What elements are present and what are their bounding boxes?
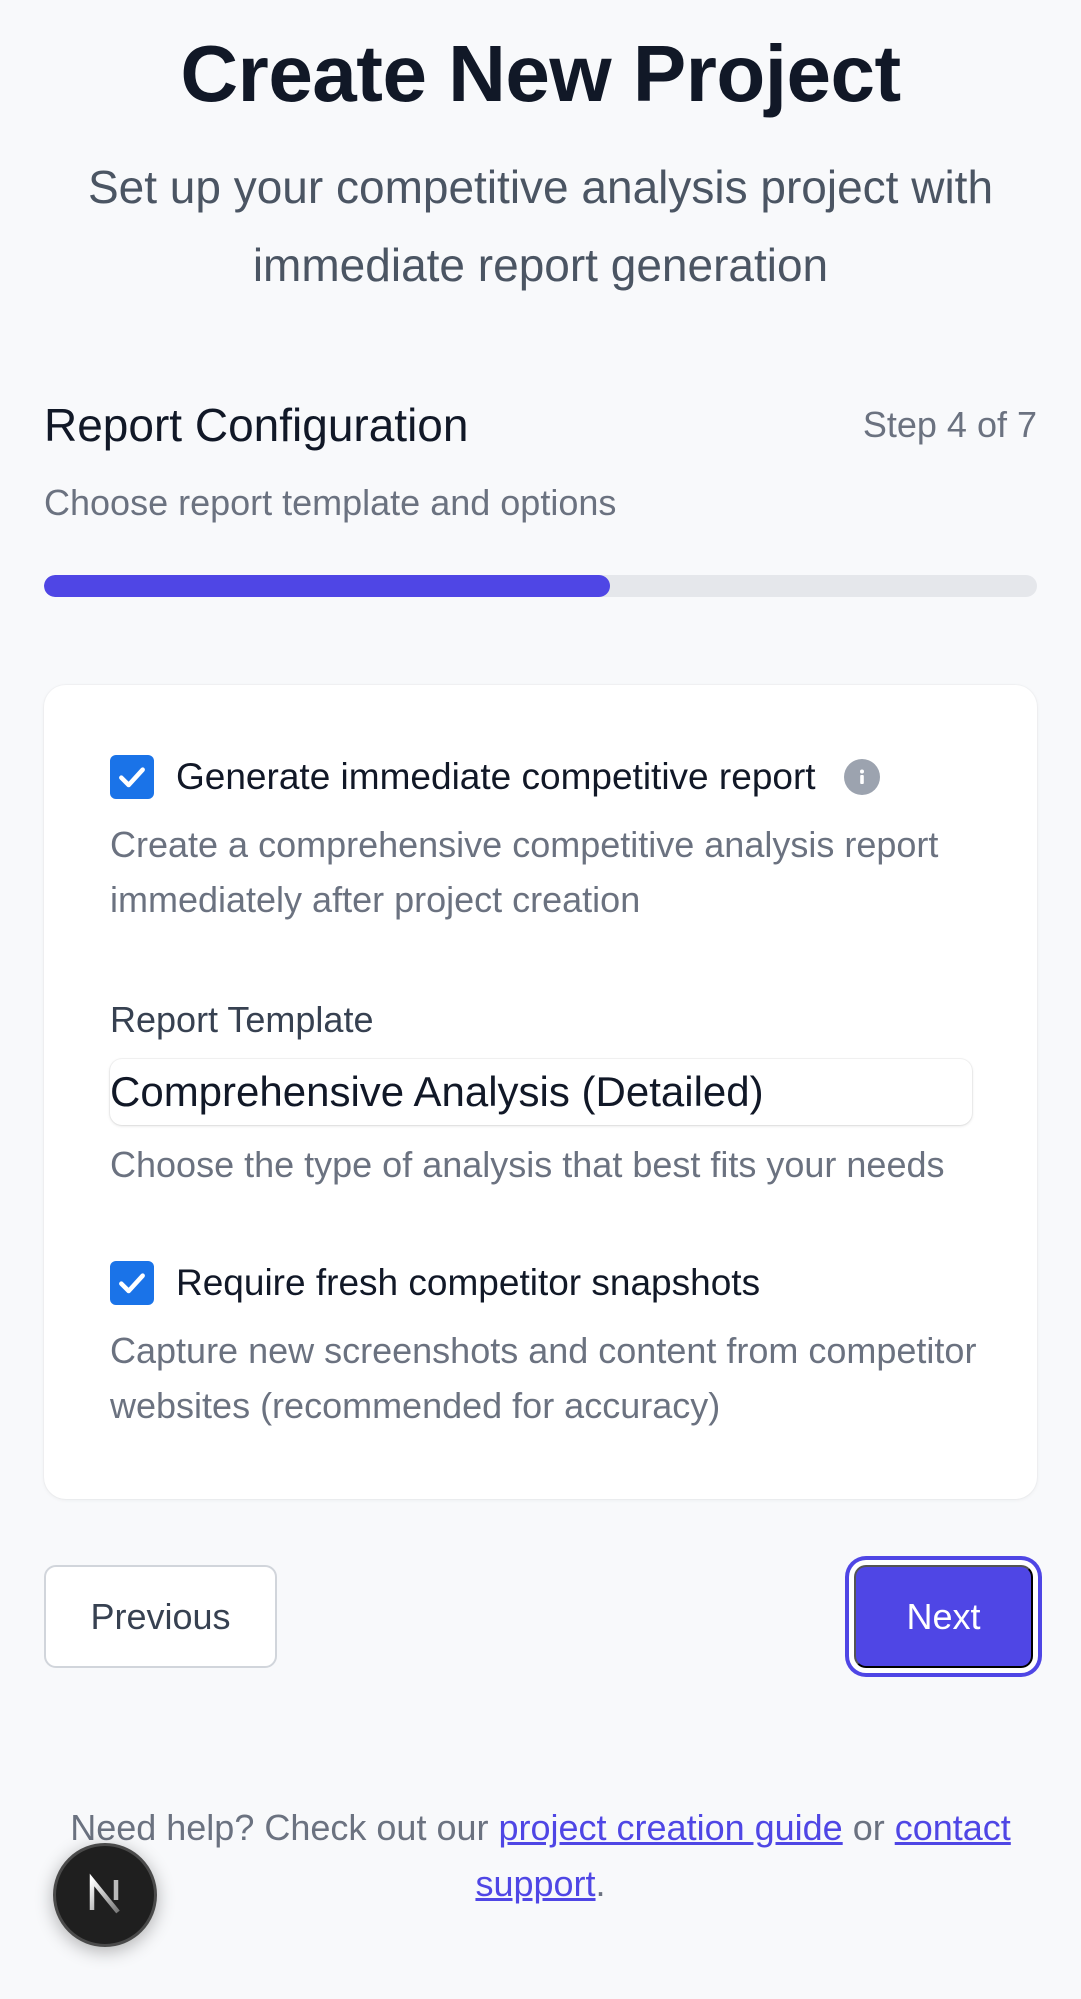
help-footer: Need help? Check out our project creatio…	[60, 1800, 1021, 1912]
previous-button[interactable]: Previous	[44, 1565, 277, 1668]
immediate-report-row: Generate immediate competitive report	[110, 755, 880, 799]
immediate-report-checkbox[interactable]	[110, 755, 154, 799]
immediate-report-label[interactable]: Generate immediate competitive report	[176, 756, 816, 798]
fresh-snapshots-checkbox[interactable]	[110, 1261, 154, 1305]
report-template-label: Report Template	[110, 999, 374, 1040]
fresh-snapshots-label[interactable]: Require fresh competitor snapshots	[176, 1262, 760, 1304]
fresh-snapshots-row: Require fresh competitor snapshots	[110, 1261, 760, 1305]
next-button[interactable]: Next	[854, 1565, 1033, 1668]
project-creation-guide-link[interactable]: project creation guide	[498, 1807, 842, 1848]
page-title: Create New Project	[180, 29, 901, 118]
check-icon	[119, 1273, 145, 1294]
progress-bar	[44, 575, 1037, 597]
footer-text: Need help? Check out our	[70, 1807, 499, 1848]
step-counter: Step 4 of 7	[862, 404, 1037, 445]
report-options-card: Generate immediate competitive report Cr…	[44, 685, 1037, 1499]
progress-fill	[44, 575, 610, 597]
step-description: Choose report template and options	[44, 482, 617, 523]
footer-text-end: .	[595, 1863, 606, 1904]
immediate-report-help: Create a comprehensive competitive analy…	[110, 824, 939, 920]
footer-text-middle: or	[842, 1807, 895, 1848]
nextjs-logo-icon[interactable]	[53, 1843, 157, 1947]
step-title: Report Configuration	[44, 399, 469, 451]
check-icon	[119, 767, 145, 788]
report-template-select[interactable]: Comprehensive Analysis (Detailed)	[110, 1059, 972, 1125]
fresh-snapshots-help: Capture new screenshots and content from…	[110, 1330, 977, 1426]
page-subtitle: Set up your competitive analysis project…	[87, 161, 994, 291]
report-template-help: Choose the type of analysis that best fi…	[110, 1144, 945, 1185]
page: Create New Project Set up your competiti…	[0, 0, 1081, 1999]
info-icon[interactable]	[843, 759, 880, 795]
